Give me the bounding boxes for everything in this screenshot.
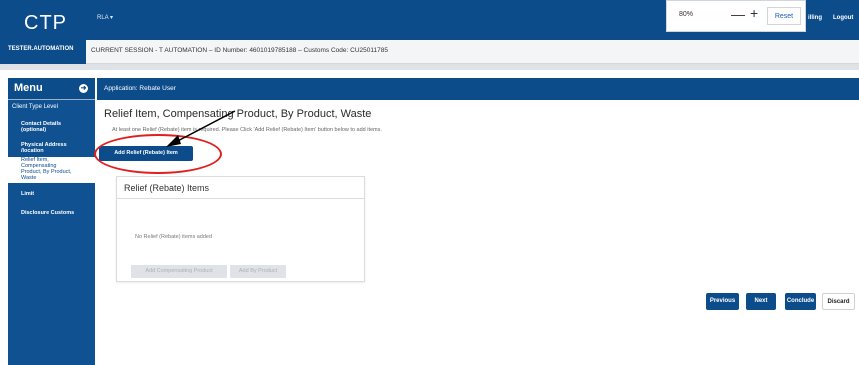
zoom-in-button[interactable]: + [750, 5, 758, 21]
next-button[interactable]: Next [746, 293, 776, 310]
sidebar: Client Type Level Contact Details (optio… [8, 100, 95, 365]
card-title: Relief (Rebate) Items [124, 183, 210, 193]
billing-link[interactable]: illing [808, 15, 822, 21]
empty-state-text: No Relief (Rebate) items added [135, 234, 213, 240]
sidebar-item-contact-details[interactable]: Contact Details (optional) [21, 121, 61, 133]
sidebar-item-physical-address[interactable]: Physical Address /location [21, 142, 67, 154]
application-header: Application: Rebate User [97, 78, 859, 100]
app-dropdown[interactable]: RLA ▾ [97, 14, 113, 21]
instruction-text: At least one Relief (Rebate) item is req… [112, 127, 382, 133]
add-by-product-button[interactable]: Add By Product [230, 265, 286, 278]
session-info: CURRENT SESSION - T AUTOMATION – ID Numb… [91, 47, 388, 54]
circle-arrow-icon[interactable]: ➜ [79, 84, 88, 93]
annotation-arrow-icon [166, 110, 236, 147]
sidebar-item-limit[interactable]: Limit [21, 191, 34, 197]
zoom-reset-button[interactable]: Reset [767, 7, 801, 25]
zoom-out-button[interactable]: — [731, 6, 745, 22]
sidebar-item-sublabel: Waste [21, 175, 37, 181]
card-header: Relief (Rebate) Items [117, 177, 364, 199]
zoom-level: 80% [679, 11, 694, 18]
logout-link[interactable]: Logout [833, 15, 853, 21]
relief-items-card: Relief (Rebate) Items No Relief (Rebate)… [116, 176, 365, 282]
sidebar-item-sublabel: (optional) [21, 127, 47, 133]
sidebar-section-title: Client Type Level [12, 104, 58, 110]
brand-title: CTP [24, 12, 67, 34]
discard-button[interactable]: Discard [822, 293, 855, 310]
add-compensating-product-button[interactable]: Add Compensating Product [131, 265, 227, 278]
previous-button[interactable]: Previous [706, 293, 739, 310]
sidebar-item-relief-item[interactable]: Relief Item, Compensating Product, By Pr… [21, 157, 71, 181]
conclude-button[interactable]: Conclude [785, 293, 816, 310]
user-name: TESTER.AUTOMATION [8, 46, 74, 52]
menu-label: Menu [14, 82, 43, 94]
brand-block: CTP TESTER.AUTOMATION [0, 0, 86, 64]
sidebar-item-sublabel: /location [21, 148, 44, 154]
menu-header: Menu ➜ [8, 78, 95, 100]
session-strip: CURRENT SESSION - T AUTOMATION – ID Numb… [86, 40, 859, 64]
application-label: Application: Rebate User [104, 85, 176, 92]
sidebar-item-disclosure-customs[interactable]: Disclosure Customs [21, 210, 74, 216]
zoom-panel: 80% — + Reset [666, 0, 806, 32]
divider [0, 64, 859, 70]
